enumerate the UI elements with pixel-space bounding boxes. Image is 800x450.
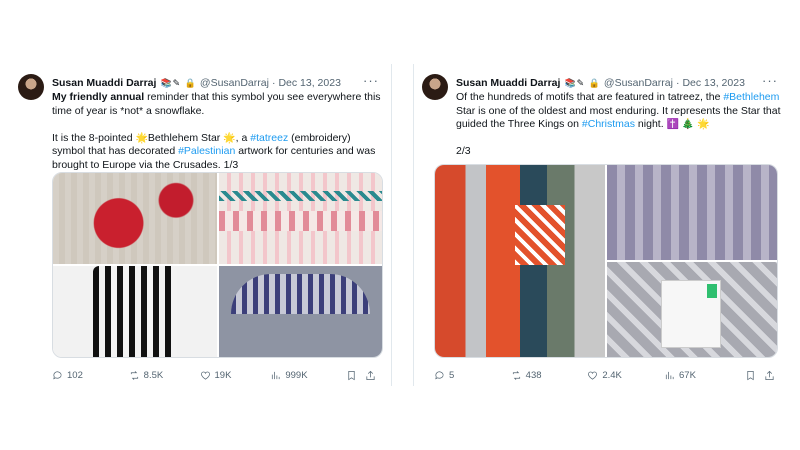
photo-cardigan-grey[interactable] bbox=[218, 266, 382, 357]
author-name[interactable]: Susan Muaddi Darraj bbox=[456, 77, 560, 89]
text-span: Of the hundreds of motifs that are featu… bbox=[456, 91, 724, 103]
author-handle[interactable]: @SusanDarraj bbox=[604, 77, 673, 89]
hashtag-link-christmas[interactable]: #Christmas bbox=[582, 118, 635, 130]
avatar[interactable] bbox=[18, 74, 44, 100]
share-icon bbox=[765, 370, 774, 380]
media-grid bbox=[434, 164, 778, 358]
text-span: Bethlehem Star bbox=[147, 131, 224, 144]
author-handle[interactable]: @SusanDarraj bbox=[200, 77, 269, 89]
views-count: 67K bbox=[679, 369, 696, 381]
tweet-text: Of the hundreds of motifs that are featu… bbox=[456, 91, 784, 172]
repost-button[interactable]: 8.5K bbox=[129, 370, 200, 381]
action-bar: 102 8.5K 19K 999K bbox=[52, 368, 381, 382]
thread-counter: 2/3 bbox=[456, 145, 471, 157]
tweet-paragraph: Of the hundreds of motifs that are featu… bbox=[456, 91, 784, 132]
bookmark-icon bbox=[348, 370, 355, 380]
bookmark-button[interactable] bbox=[346, 370, 365, 381]
share-button[interactable] bbox=[764, 370, 780, 381]
tweet-paragraph: It is the 8-pointed 🌟Bethlehem Star 🌟, a… bbox=[52, 132, 385, 173]
repost-count: 438 bbox=[525, 369, 542, 381]
avatar[interactable] bbox=[422, 74, 448, 100]
share-button[interactable] bbox=[365, 370, 381, 381]
profile-badges: 📚✎ 🔒 bbox=[564, 77, 601, 88]
tweet-paragraph: My friendly annual reminder that this sy… bbox=[52, 91, 385, 118]
reply-icon bbox=[435, 370, 444, 379]
text-span: It is the 8-pointed bbox=[52, 131, 136, 144]
text-span: night. bbox=[635, 118, 667, 130]
photo-sweater-pink[interactable] bbox=[218, 173, 382, 264]
reply-count: 102 bbox=[67, 369, 83, 381]
bookmark-icon bbox=[747, 370, 754, 380]
like-count: 2.4K bbox=[602, 369, 622, 381]
star-emoji-icon: 🌟 bbox=[135, 132, 148, 144]
star-emoji-icon: 🌟 bbox=[223, 132, 236, 144]
views-button[interactable]: 999K bbox=[270, 370, 346, 381]
reply-icon bbox=[53, 370, 62, 379]
author-name[interactable]: Susan Muaddi Darraj bbox=[52, 77, 156, 89]
text-span: , a bbox=[235, 131, 251, 144]
reply-button[interactable]: 5 bbox=[434, 370, 511, 381]
repost-icon bbox=[130, 370, 138, 380]
repost-icon bbox=[512, 370, 520, 380]
tweet-date[interactable]: Dec 13, 2023 bbox=[278, 77, 340, 89]
hashtag-link-bethlehem[interactable]: #Bethlehem bbox=[723, 91, 779, 103]
more-icon[interactable]: ··· bbox=[363, 73, 379, 88]
repost-count: 8.5K bbox=[143, 369, 164, 381]
reply-count: 5 bbox=[449, 369, 455, 381]
views-icon bbox=[665, 371, 674, 379]
share-icon bbox=[366, 370, 376, 380]
like-button[interactable]: 2.4K bbox=[587, 370, 664, 381]
separator-dot: · bbox=[675, 77, 680, 89]
hashtag-link-tatreez[interactable]: #tatreez bbox=[250, 132, 288, 144]
views-icon bbox=[272, 371, 280, 379]
like-count: 19K bbox=[214, 369, 232, 381]
photo-ornament[interactable] bbox=[53, 173, 217, 264]
repost-button[interactable]: 438 bbox=[511, 370, 588, 381]
more-icon[interactable]: ··· bbox=[762, 73, 778, 88]
media-grid bbox=[52, 172, 383, 358]
tweet-card-1[interactable]: Susan Muaddi Darraj 📚✎ 🔒 @SusanDarraj · … bbox=[10, 64, 392, 386]
action-bar: 5 438 2.4K 67K bbox=[434, 368, 780, 382]
photo-flannel-sheet-set[interactable] bbox=[607, 262, 777, 357]
reply-button[interactable]: 102 bbox=[52, 370, 129, 381]
profile-badges: 📚✎ 🔒 bbox=[160, 77, 197, 88]
views-count: 999K bbox=[285, 369, 308, 381]
tweet-header: Susan Muaddi Darraj 📚✎ 🔒 @SusanDarraj · … bbox=[456, 73, 784, 91]
hashtag-link-palestinian[interactable]: #Palestinian bbox=[178, 145, 235, 157]
emoji-cross-tree-star-icon: ✝️ 🎄 🌟 bbox=[666, 119, 710, 130]
bold-text: My friendly annual bbox=[52, 91, 145, 103]
tweet-header: Susan Muaddi Darraj 📚✎ 🔒 @SusanDarraj · … bbox=[52, 73, 385, 91]
like-button[interactable]: 19K bbox=[200, 370, 271, 381]
tweet-date[interactable]: Dec 13, 2023 bbox=[682, 77, 744, 89]
photo-lavender-sheets[interactable] bbox=[607, 165, 777, 260]
separator-dot: · bbox=[271, 77, 276, 89]
tweet-card-2[interactable]: Susan Muaddi Darraj 📚✎ 🔒 @SusanDarraj · … bbox=[413, 64, 790, 386]
like-icon bbox=[200, 371, 210, 380]
views-button[interactable]: 67K bbox=[664, 370, 745, 381]
photo-clothing-rack[interactable] bbox=[435, 165, 605, 357]
photo-sweater-black[interactable] bbox=[53, 266, 217, 357]
like-icon bbox=[588, 371, 598, 380]
bookmark-button[interactable] bbox=[745, 370, 765, 381]
